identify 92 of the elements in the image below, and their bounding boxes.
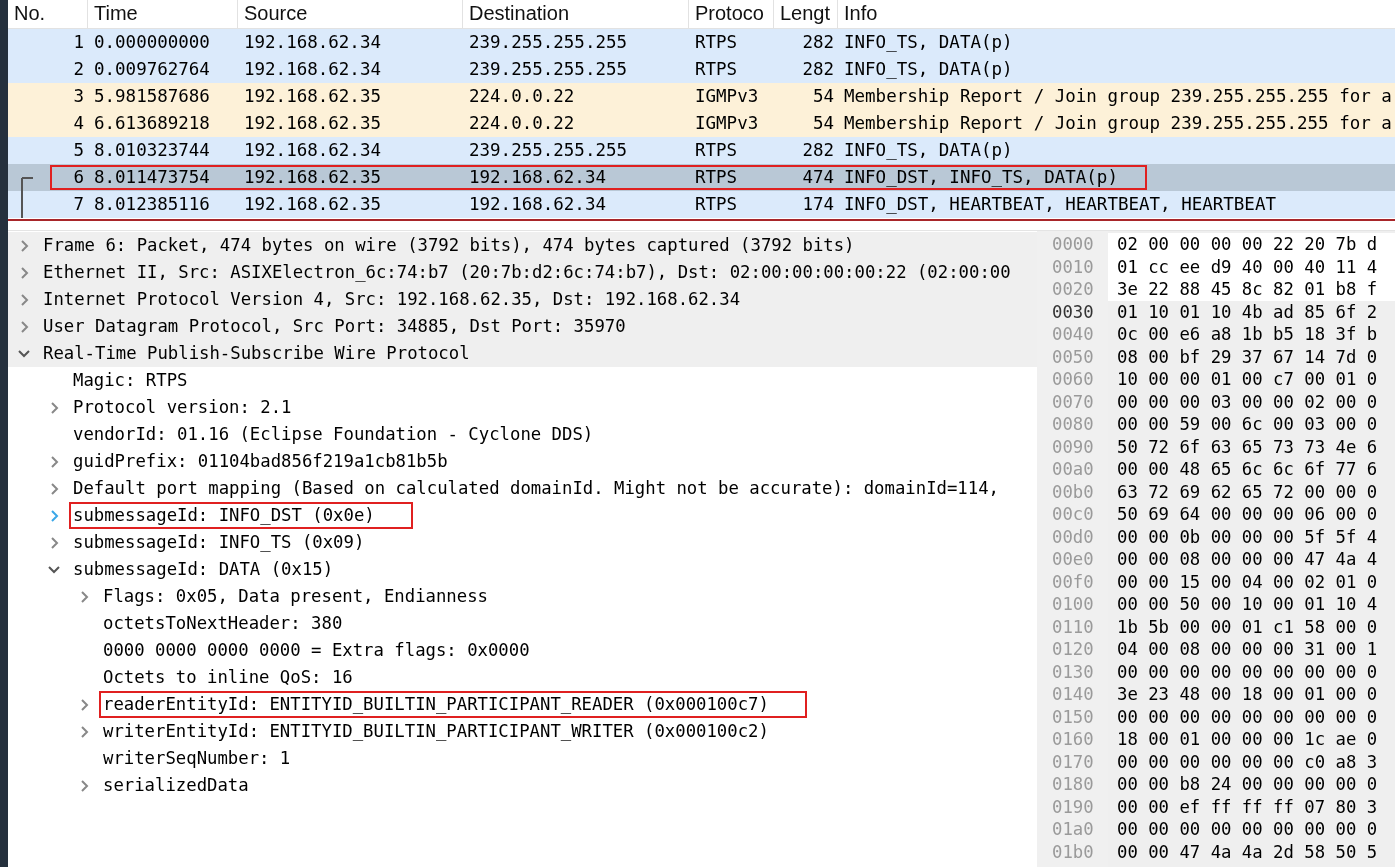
tree-item-label[interactable]: serializedData — [101, 774, 251, 797]
tree-item-label[interactable]: vendorId: 01.16 (Eclipse Foundation - Cyclone DDS) — [71, 423, 596, 446]
column-header[interactable]: No. — [8, 0, 88, 28]
table-cell-text: 224.0.0.22 — [468, 112, 576, 135]
table-cell-text: 282 — [801, 139, 835, 162]
tree-row[interactable]: Ethernet II, Src: ASIXElectron_6c:74:b7 (20:7b:d2:6c:74:b7), Dst: 02:00:00:00:00:22 (02:00:00 — [8, 259, 1037, 286]
table-cell-text: RTPS — [694, 166, 739, 189]
tree-item-label[interactable]: writerEntityId: ENTITYID_BUILTIN_PARTICIPANT_WRITER (0x000100c2) — [101, 720, 771, 743]
table-cell-text: 192.168.62.35 — [243, 85, 382, 108]
packet-row[interactable]: 5 8.010323744 192.168.62.34 239.255.255.255 RTPS 282 INFO_TS, DATA(p) — [8, 137, 1395, 164]
tree-item-label[interactable]: 0000 0000 0000 0000 = Extra flags: 0x0000 — [101, 639, 532, 662]
table-cell-text: 282 — [801, 31, 835, 54]
table-cell-text: INFO_TS, DATA(p) — [843, 58, 1014, 81]
tree-item-label[interactable]: submessageId: DATA (0x15) — [71, 558, 336, 581]
tree-row[interactable]: User Datagram Protocol, Src Port: 34885, Dst Port: 35970 — [8, 313, 1037, 340]
column-header[interactable]: Time — [88, 0, 238, 28]
table-cell-text: 192.168.62.35 — [243, 112, 382, 135]
tree-item-label[interactable]: Default port mapping (Based on calculated domainId. Might not be accurate): domainId=114, — [71, 477, 1001, 500]
table-cell-text: 192.168.62.34 — [468, 193, 607, 216]
table-cell-text: 5 — [72, 139, 85, 162]
table-cell-text: 192.168.62.35 — [243, 193, 382, 216]
table-cell-text: 0.000000000 — [93, 31, 211, 54]
tree-item-label[interactable]: Flags: 0x05, Data present, Endianness — [101, 585, 490, 608]
column-header[interactable]: Protoco — [689, 0, 774, 28]
table-cell-text: 5.981587686 — [93, 85, 211, 108]
table-cell-text: 4 — [72, 112, 85, 135]
tree-item-label[interactable]: Magic: RTPS — [71, 369, 190, 392]
table-cell-text: 54 — [811, 112, 835, 135]
table-cell-text: 3 — [72, 85, 85, 108]
table-cell-text: 7 — [72, 193, 85, 216]
table-cell-text: 8.012385116 — [93, 193, 211, 216]
column-header[interactable]: Destination — [463, 0, 689, 28]
table-cell-text: 6 — [72, 166, 85, 189]
packet-row[interactable]: 6 8.011473754 192.168.62.35 192.168.62.34 RTPS 474 INFO_DST, INFO_TS, DATA(p) — [8, 164, 1395, 191]
tree-item-label[interactable]: readerEntityId: ENTITYID_BUILTIN_PARTICIPANT_READER (0x000100c7) — [101, 693, 805, 716]
tree-item-label[interactable]: Protocol version: 2.1 — [71, 396, 294, 419]
packet-row[interactable]: 3 5.981587686 192.168.62.35 224.0.0.22 IGMPv3 54 Membership Report / Join group 239.255.255.255 for a — [8, 83, 1395, 110]
table-cell-text: INFO_TS, DATA(p) — [843, 139, 1014, 162]
column-header[interactable]: Lengt — [774, 0, 838, 28]
table-cell-text: 54 — [811, 85, 835, 108]
table-cell-text: IGMPv3 — [694, 112, 760, 135]
packet-row[interactable]: 7 8.012385116 192.168.62.35 192.168.62.34 RTPS 174 INFO_DST, HEARTBEAT, HEARTBEAT, HEARTBEAT — [8, 191, 1395, 218]
table-cell-text: 192.168.62.35 — [243, 166, 382, 189]
table-cell-text: 239.255.255.255 — [468, 58, 629, 81]
table-cell-text: 192.168.62.34 — [243, 58, 382, 81]
hex-bytes[interactable]: 01 cc ee d9 40 00 40 11 4 — [1108, 255, 1395, 278]
column-header[interactable]: Source — [238, 0, 463, 28]
tree-row[interactable]: Internet Protocol Version 4, Src: 192.168.62.35, Dst: 192.168.62.34 — [8, 286, 1037, 313]
table-cell-text: INFO_DST, INFO_TS, DATA(p) — [843, 166, 1119, 189]
table-cell-text: 239.255.255.255 — [468, 31, 629, 54]
table-cell-text: Membership Report / Join group 239.255.255.255 for a — [843, 85, 1393, 108]
table-cell-text: 192.168.62.34 — [243, 31, 382, 54]
column-header[interactable]: Info — [838, 0, 1395, 28]
hex-bytes[interactable]: 02 00 00 00 00 22 20 7b d — [1108, 233, 1395, 256]
tree-item-label[interactable]: Internet Protocol Version 4, Src: 192.168.62.35, Dst: 192.168.62.34 — [41, 288, 743, 311]
table-cell-text: 8.011473754 — [93, 166, 211, 189]
tree-item-label[interactable]: User Datagram Protocol, Src Port: 34885, Dst Port: 35970 — [41, 315, 628, 338]
table-cell-text: 8.010323744 — [93, 139, 211, 162]
table-cell-text: 192.168.62.34 — [468, 166, 607, 189]
table-cell-text: INFO_DST, HEARTBEAT, HEARTBEAT, HEARTBEAT — [843, 193, 1277, 216]
table-cell-text: RTPS — [694, 193, 739, 216]
table-cell-text: RTPS — [694, 31, 739, 54]
table-cell-text: 239.255.255.255 — [468, 139, 629, 162]
packet-row[interactable]: 4 6.613689218 192.168.62.35 224.0.0.22 IGMPv3 54 Membership Report / Join group 239.255.255.255 for a — [8, 110, 1395, 137]
table-cell-text: 174 — [801, 193, 835, 216]
tree-row[interactable]: Real-Time Publish-Subscribe Wire Protocol — [8, 340, 1037, 367]
tree-item-label[interactable]: writerSeqNumber: 1 — [101, 747, 293, 770]
tree-item-label[interactable]: submessageId: INFO_TS (0x09) — [71, 531, 367, 554]
table-cell-text: 192.168.62.34 — [243, 139, 382, 162]
tree-item-label[interactable]: guidPrefix: 01104bad856f219a1cb81b5b — [71, 450, 450, 473]
tree-item-label[interactable]: Octets to inline QoS: 16 — [101, 666, 355, 689]
packet-row[interactable]: 2 0.009762764 192.168.62.34 239.255.255.255 RTPS 282 INFO_TS, DATA(p) — [8, 56, 1395, 83]
hex-bytes[interactable]: 3e 22 88 45 8c 82 01 b8 f — [1108, 278, 1395, 301]
table-cell-text: IGMPv3 — [694, 85, 760, 108]
tree-item-label[interactable]: Frame 6: Packet, 474 bytes on wire (3792 bits), 474 bytes captured (3792 bits) — [41, 234, 857, 257]
table-cell-text: INFO_TS, DATA(p) — [843, 31, 1014, 54]
table-cell-text: Membership Report / Join group 239.255.255.255 for a — [843, 112, 1393, 135]
tree-row[interactable]: Frame 6: Packet, 474 bytes on wire (3792 bits), 474 bytes captured (3792 bits) — [8, 232, 1037, 259]
table-cell-text: 6.613689218 — [93, 112, 211, 135]
table-cell-text: 1 — [72, 31, 85, 54]
table-cell-text: RTPS — [694, 139, 739, 162]
table-cell-text: 0.009762764 — [93, 58, 211, 81]
table-cell-text: 474 — [801, 166, 835, 189]
table-cell-text: 282 — [801, 58, 835, 81]
table-cell-text: 2 — [72, 58, 85, 81]
table-cell-text: 224.0.0.22 — [468, 85, 576, 108]
tree-item-label[interactable]: Real-Time Publish-Subscribe Wire Protocol — [41, 342, 472, 365]
packet-row[interactable]: 1 0.000000000 192.168.62.34 239.255.255.255 RTPS 282 INFO_TS, DATA(p) — [8, 29, 1395, 56]
tree-item-label[interactable]: submessageId: INFO_DST (0x0e) — [71, 504, 411, 527]
table-cell-text: RTPS — [694, 58, 739, 81]
tree-item-label[interactable]: octetsToNextHeader: 380 — [101, 612, 345, 635]
tree-item-label[interactable]: Ethernet II, Src: ASIXElectron_6c:74:b7 (20:7b:d2:6c:74:b7), Dst: 02:00:00:00:00:22 (02:00:00 — [41, 261, 1013, 284]
